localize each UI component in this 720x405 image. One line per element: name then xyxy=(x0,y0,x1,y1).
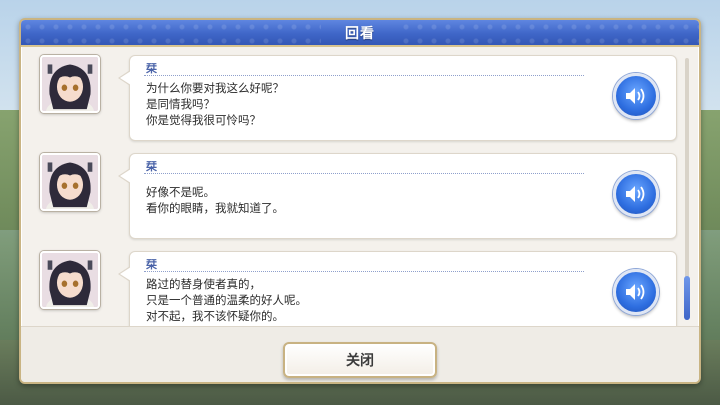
speaker-icon xyxy=(626,186,645,202)
name-divider xyxy=(144,75,584,76)
log-list[interactable]: 栞 为什么你要对我这么好呢？ 是同情我吗？ 你是觉得我很可怜吗？ 栞 好像不是呢… xyxy=(21,49,699,345)
dialogue-text: 为什么你要对我这么好呢？ 是同情我吗？ 你是觉得我很可怜吗？ xyxy=(146,80,284,128)
character-portrait xyxy=(40,251,100,309)
speaker-icon xyxy=(626,284,645,300)
character-portrait xyxy=(40,55,100,113)
dialog-title-bar: 回看 xyxy=(21,20,699,47)
dialog-footer: 关闭 xyxy=(21,326,699,382)
character-portrait xyxy=(40,153,100,211)
dialogue-line: 对不起，我不该怀疑你的。 xyxy=(146,309,284,323)
dialog-title: 回看 xyxy=(345,25,375,42)
dialogue-line: 看你的眼睛，我就知道了。 xyxy=(146,201,284,215)
log-entry: 栞 好像不是呢。 看你的眼睛，我就知道了。 xyxy=(21,149,699,239)
dialogue-bubble: 栞 路过的替身使者真的， 只是一个普通的温柔的好人呢。 对不起，我不该怀疑你的。 xyxy=(118,251,677,337)
title-pattern-left xyxy=(21,20,321,45)
play-voice-button[interactable] xyxy=(613,171,659,217)
dialogue-text: 路过的替身使者真的， 只是一个普通的温柔的好人呢。 对不起，我不该怀疑你的。 xyxy=(146,276,307,324)
scrollbar-thumb[interactable] xyxy=(684,276,690,320)
play-voice-button[interactable] xyxy=(613,73,659,119)
speaker-name: 栞 xyxy=(146,160,157,173)
log-entry: 栞 为什么你要对我这么好呢？ 是同情我吗？ 你是觉得我很可怜吗？ xyxy=(21,51,699,141)
dialogue-bubble: 栞 好像不是呢。 看你的眼睛，我就知道了。 xyxy=(118,153,677,239)
speaker-name: 栞 xyxy=(146,62,157,75)
log-entry: 栞 路过的替身使者真的， 只是一个普通的温柔的好人呢。 对不起，我不该怀疑你的。 xyxy=(21,247,699,337)
play-voice-button[interactable] xyxy=(613,269,659,315)
dialogue-line: 你是觉得我很可怜吗？ xyxy=(146,113,261,127)
speaker-icon xyxy=(626,88,645,104)
log-dialog: 回看 栞 为什么你要对我这么好呢？ 是同情我吗？ 你是觉得我很可怜吗？ 栞 好像… xyxy=(19,18,701,384)
dialogue-line: 只是一个普通的温柔的好人呢。 xyxy=(146,293,307,307)
close-button[interactable]: 关闭 xyxy=(283,342,437,378)
dialogue-line: 好像不是呢。 xyxy=(146,185,215,199)
dialogue-bubble: 栞 为什么你要对我这么好呢？ 是同情我吗？ 你是觉得我很可怜吗？ xyxy=(118,55,677,141)
dialogue-text: 好像不是呢。 看你的眼睛，我就知道了。 xyxy=(146,184,284,216)
title-pattern-right xyxy=(399,20,699,45)
dialogue-line: 为什么你要对我这么好呢？ xyxy=(146,81,284,95)
speaker-name: 栞 xyxy=(146,258,157,271)
dialogue-line: 路过的替身使者真的， xyxy=(146,277,261,291)
name-divider xyxy=(144,173,584,174)
dialogue-line: 是同情我吗？ xyxy=(146,97,215,111)
name-divider xyxy=(144,271,584,272)
